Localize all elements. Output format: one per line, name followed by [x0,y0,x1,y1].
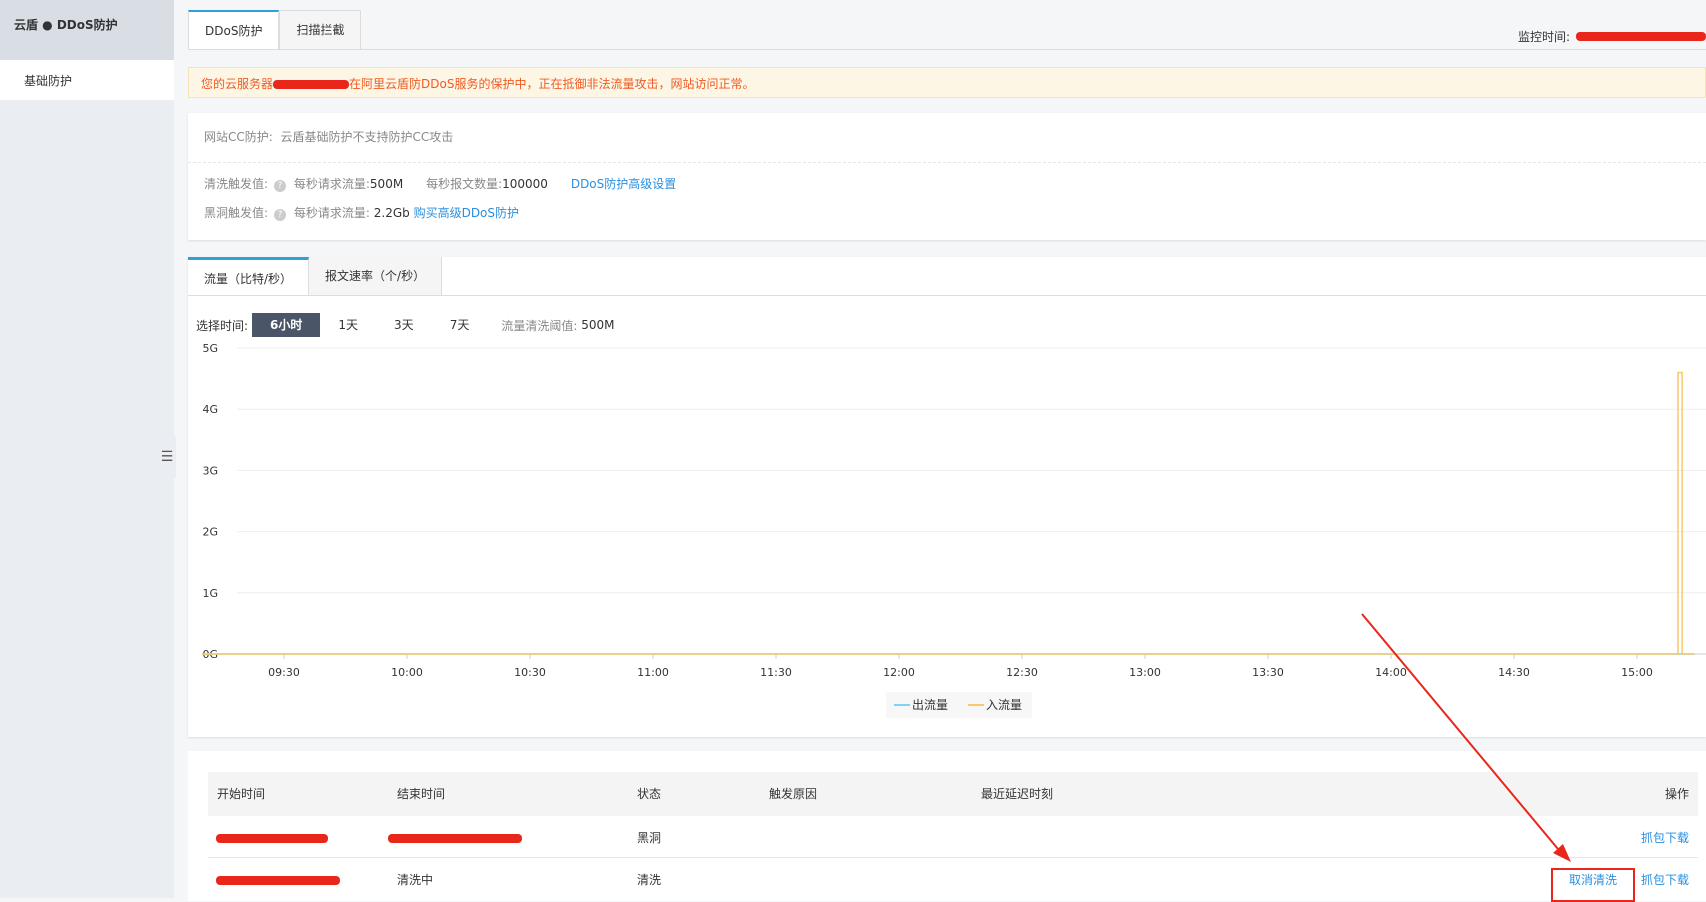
redacted-ip [273,80,350,89]
col-end: 结束时间 [397,787,446,801]
y-tick-label: 1G [202,587,218,600]
col-reason: 触发原因 [769,787,818,801]
cc-label: 网站CC防护: [204,130,273,144]
clean-pps: 100000 [502,177,548,191]
tab-scan-block[interactable]: 扫描拦截 [279,10,362,49]
blackhole-threshold-label: 黑洞触发值: [204,206,269,220]
status: 黑洞 [637,831,662,845]
legend-label: 入流量 [986,698,1022,712]
tab-packet-rate[interactable]: 报文速率（个/秒） [309,257,443,295]
help-icon[interactable]: ? [274,209,287,221]
x-tick-label: 14:00 [1375,666,1407,679]
table-row: 清洗中 清洗 取消清洗 抓包下载 [208,858,1698,902]
x-tick-label: 12:00 [883,666,915,679]
x-tick-label: 13:00 [1129,666,1161,679]
x-tick-label: 11:00 [637,666,669,679]
monitor-label: 监控时间: [1517,30,1570,44]
series-line-inbound [202,371,1695,655]
x-tick-label: 11:30 [760,666,792,679]
monitor-time: 监控时间: [1518,28,1706,45]
traffic-chart-panel: 流量（比特/秒） 报文速率（个/秒） 选择时间: 6小时 1天 3天 7天 流量… [188,257,1706,737]
clean-threshold-label: 清洗触发值: [204,177,269,191]
legend-label: 出流量 [912,698,948,712]
time-selector: 选择时间: 6小时 1天 3天 7天 流量清洗阈值: 500M [196,313,614,337]
time-option-6h[interactable]: 6小时 [252,313,321,337]
x-tick-label: 12:30 [1006,666,1038,679]
sidebar-item-basic-protection[interactable]: 基础防护 [0,60,174,100]
cancel-cleaning-button[interactable]: 取消清洗 [1550,868,1635,902]
clean-bps-label: 每秒请求流量: [293,177,370,191]
table-header: 开始时间 结束时间 状态 触发原因 最近延迟时刻 操作 [208,772,1698,816]
end-time: 清洗中 [397,873,434,887]
x-tick-label: 14:30 [1498,666,1530,679]
status: 清洗 [637,873,662,887]
time-option-7d[interactable]: 7天 [432,313,488,337]
y-tick-label: 4G [202,403,218,416]
tab-traffic[interactable]: 流量（比特/秒） [188,257,310,295]
download-capture-link[interactable]: 抓包下载 [1641,816,1689,860]
threshold-value: 500M [581,318,615,332]
clean-pps-label: 每秒报文数量: [426,177,503,191]
redacted-time [1576,32,1706,41]
alert-banner: 您的云服务器 在阿里云盾防DDoS服务的保护中，正在抵御非法流量攻击，网站访问正常… [188,67,1706,98]
buy-advanced-ddos-link[interactable]: 购买高级DDoS防护 [414,206,519,220]
protection-info-panel: 网站CC防护: 云盾基础防护不支持防护CC攻击 清洗触发值:? 每秒请求流量:5… [188,113,1706,240]
sidebar-title: 云盾 ● DDoS防护 [0,0,174,60]
col-start: 开始时间 [217,787,266,801]
blackhole-bps: 2.2Gb [373,206,410,220]
redacted-start [216,834,328,843]
col-latest: 最近延迟时刻 [981,787,1054,801]
clean-bps: 500M [369,177,404,191]
table-row: 黑洞 抓包下载 [208,816,1698,858]
blackhole-bps-label: 每秒请求流量: [293,206,370,220]
y-tick-label: 2G [202,526,218,539]
top-tabs: DDoS防护 扫描拦截 [188,10,362,49]
col-status: 状态 [637,787,662,801]
x-tick-label: 10:00 [391,666,423,679]
redacted-start [216,876,340,885]
time-label: 选择时间: [196,318,249,333]
x-tick-label: 15:00 [1621,666,1653,679]
help-icon[interactable]: ? [274,180,287,192]
col-actions: 操作 [1664,787,1689,801]
alert-suffix: 在阿里云盾防DDoS服务的保护中，正在抵御非法流量攻击，网站访问正常。 [349,77,755,91]
time-option-3d[interactable]: 3天 [376,313,432,337]
alert-prefix: 您的云服务器 [201,77,274,91]
x-tick-label: 09:30 [268,666,300,679]
redacted-end [388,834,522,843]
ddos-advanced-settings-link[interactable]: DDoS防护高级设置 [571,177,676,191]
time-option-1d[interactable]: 1天 [320,313,376,337]
events-table: 开始时间 结束时间 状态 触发原因 最近延迟时刻 操作 黑洞 抓包下载 清洗中 … [188,751,1706,902]
x-tick-label: 10:30 [514,666,546,679]
sidebar: 云盾 ● DDoS防护 基础防护 [0,0,174,898]
x-tick-label: 13:30 [1252,666,1284,679]
cc-value: 云盾基础防护不支持防护CC攻击 [280,130,454,144]
y-tick-label: 5G [202,342,218,355]
download-capture-link[interactable]: 抓包下载 [1641,858,1689,902]
tab-ddos[interactable]: DDoS防护 [188,10,280,49]
y-tick-label: 3G [202,464,218,477]
threshold-label: 流量清洗阈值: [501,318,578,333]
traffic-chart: 0G1G2G3G4G5G09:30 10:00 10:30 11:00 11:30 12:… [202,342,1706,718]
